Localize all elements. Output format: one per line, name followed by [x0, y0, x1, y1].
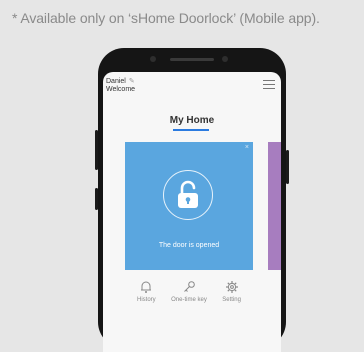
camera-icon	[150, 56, 156, 62]
key-icon	[184, 281, 195, 292]
phone-power-button	[286, 150, 289, 184]
history-button[interactable]: History	[126, 274, 166, 324]
user-name: Daniel	[106, 78, 126, 85]
gear-icon	[225, 281, 238, 293]
app-screen: Daniel ✎ Welcome My Home × The door is o…	[103, 72, 281, 352]
one-time-key-label: One-time key	[171, 297, 207, 303]
history-label: History	[136, 297, 156, 303]
home-tab-indicator	[173, 129, 209, 131]
sensor-icon	[222, 56, 228, 62]
phone-speaker	[170, 58, 214, 61]
one-time-key-button[interactable]: One-time key	[169, 274, 209, 324]
setting-button[interactable]: Setting	[212, 274, 252, 324]
user-block: Daniel ✎ Welcome	[106, 78, 135, 94]
action-bar: History One-time key Setting	[125, 274, 253, 324]
bell-icon	[141, 281, 152, 293]
home-title: My Home	[169, 115, 215, 126]
card-close-icon[interactable]: ×	[245, 144, 249, 151]
availability-caption: * Available only on ‘sHome Doorlock’ (Mo…	[12, 10, 320, 26]
edit-name-icon[interactable]: ✎	[129, 78, 135, 86]
door-status-text: The door is opened	[158, 242, 220, 249]
hamburger-menu-icon[interactable]	[263, 80, 275, 92]
unlocked-padlock-icon[interactable]	[163, 170, 213, 220]
next-card-strip[interactable]	[268, 142, 281, 270]
setting-label: Setting	[222, 297, 241, 303]
welcome-text: Welcome	[106, 86, 136, 93]
door-lock-card[interactable]: × The door is opened	[125, 142, 253, 270]
